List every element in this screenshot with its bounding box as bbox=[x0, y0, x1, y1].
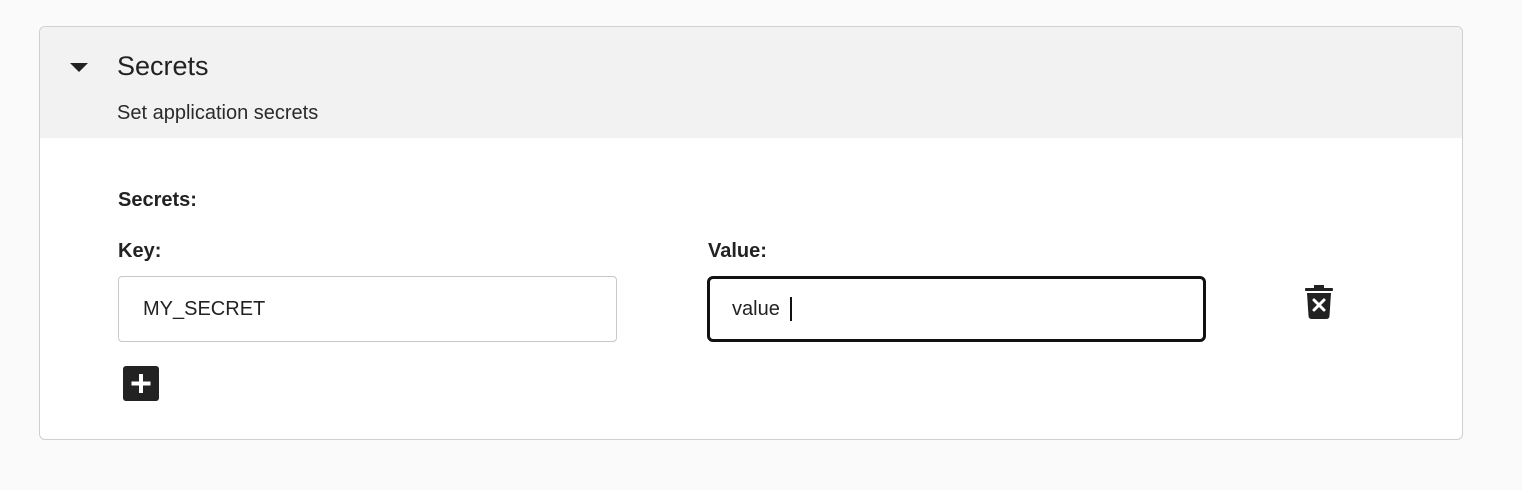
trash-x-icon bbox=[1305, 285, 1333, 319]
key-label: Key: bbox=[118, 240, 162, 262]
secrets-panel-header[interactable]: Secrets Set application secrets bbox=[40, 27, 1462, 138]
value-label: Value: bbox=[708, 240, 767, 262]
secret-key-input[interactable] bbox=[118, 276, 617, 342]
delete-secret-button[interactable] bbox=[1304, 285, 1334, 319]
panel-subtitle: Set application secrets bbox=[117, 102, 319, 124]
plus-square-icon bbox=[123, 366, 159, 401]
add-secret-button[interactable] bbox=[123, 366, 159, 401]
secrets-section-label: Secrets: bbox=[118, 189, 197, 211]
secrets-panel: Secrets Set application secrets Secrets:… bbox=[39, 26, 1463, 440]
secret-value-input[interactable] bbox=[707, 276, 1206, 342]
panel-title: Secrets bbox=[117, 51, 209, 81]
caret-down-icon[interactable] bbox=[70, 63, 88, 72]
text-cursor bbox=[790, 297, 792, 321]
